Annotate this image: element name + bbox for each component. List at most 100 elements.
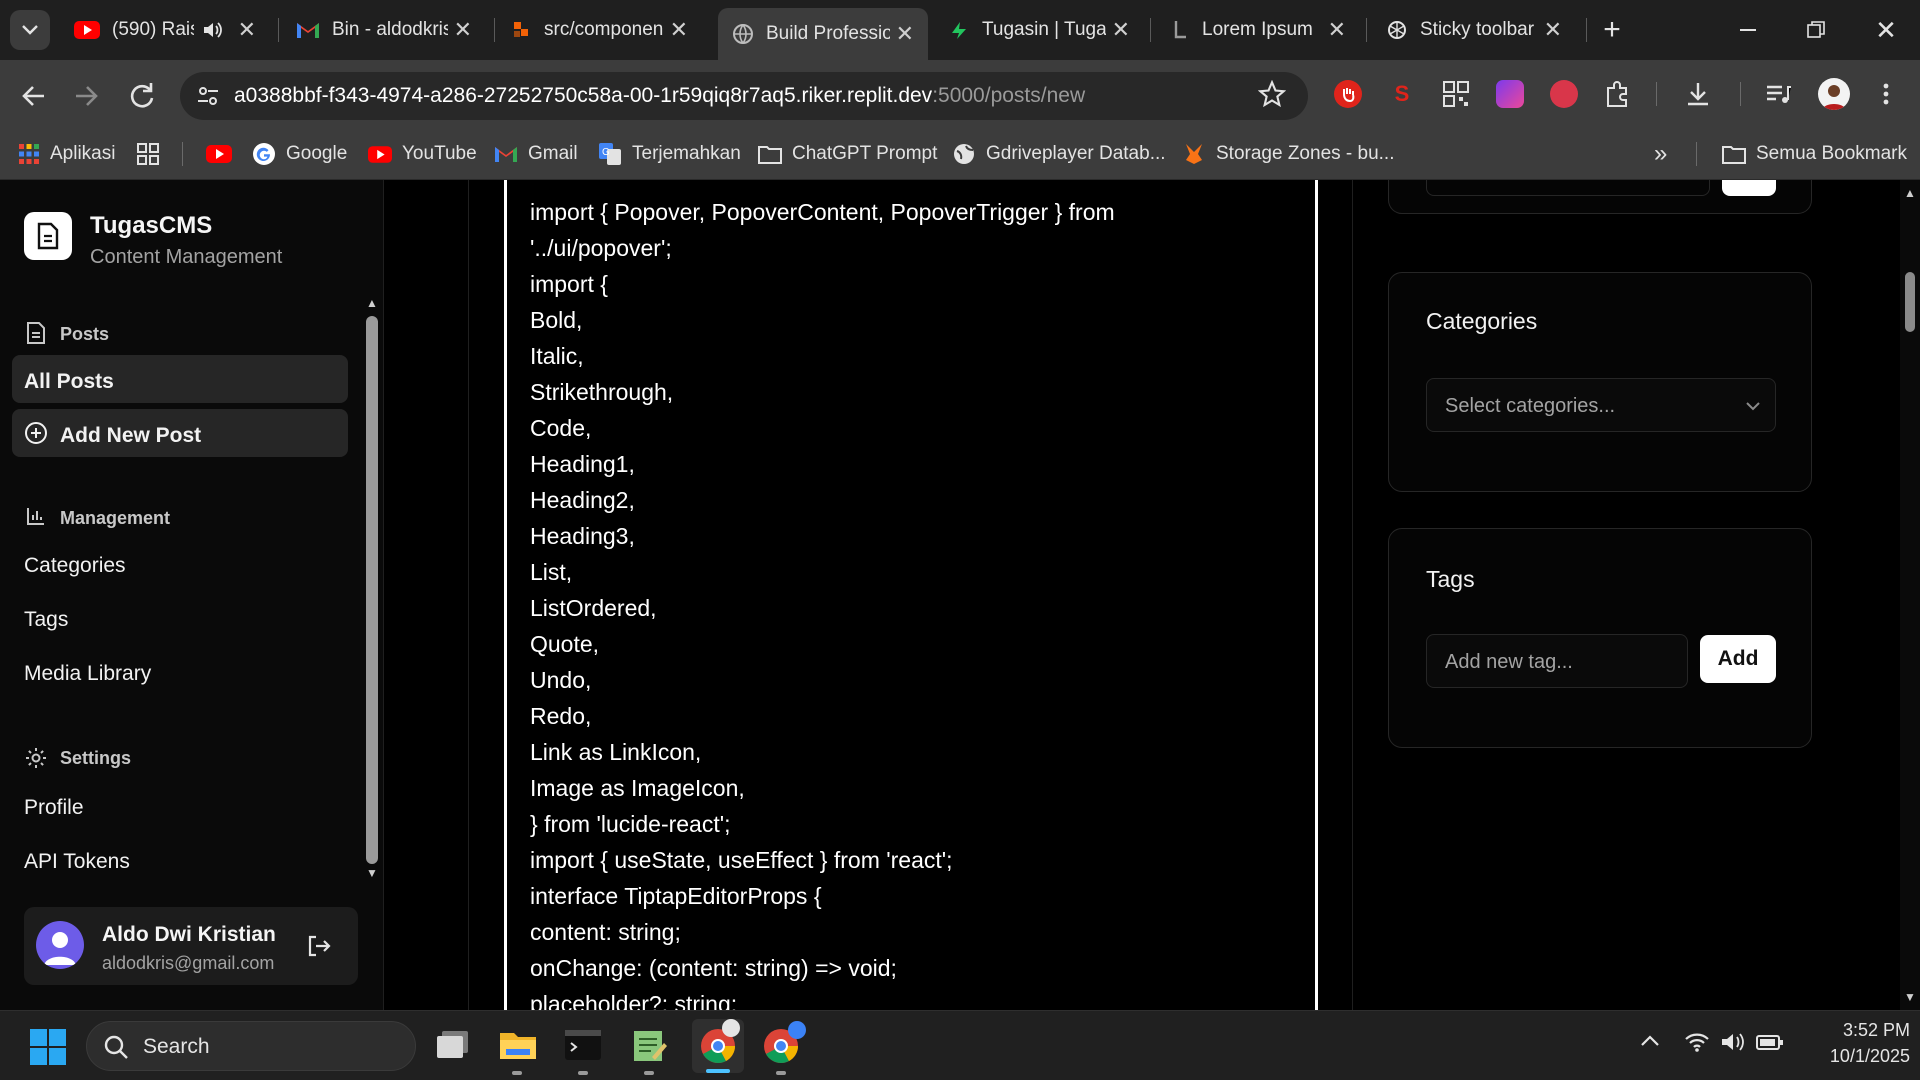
bookmark-google[interactable]: Google [252,138,347,170]
ext-qr-icon[interactable] [1442,80,1470,108]
posts-section-heading: Posts [60,324,110,344]
minimize-button[interactable] [1728,10,1768,50]
profile-avatar-button[interactable] [1818,78,1850,110]
restore-button[interactable] [1796,10,1836,50]
search-icon [104,1035,128,1059]
nav-profile[interactable]: Profile [24,796,84,820]
start-button[interactable] [30,1029,66,1065]
downloads-button[interactable] [1684,80,1712,108]
tab-search-button[interactable] [10,10,50,50]
new-tag-placeholder: Add new tag... [1445,651,1573,673]
bookmark-storage-zones[interactable]: Storage Zones - bu... [1182,138,1395,170]
gmail-icon [495,147,517,162]
bookmark-chatgpt-folder[interactable]: ChatGPT Prompt [758,138,937,170]
partial-button[interactable] [1722,180,1776,196]
extensions-button[interactable] [1604,80,1632,108]
nav-add-new-post-label: Add New Post [60,424,202,447]
categories-select-placeholder: Select categories... [1445,395,1616,417]
avatar[interactable] [36,921,84,969]
add-tag-button[interactable]: Add [1700,635,1776,683]
browser-tab[interactable]: Lorem Ipsum ✕ [1156,8,1360,52]
nav-categories[interactable]: Categories [24,554,126,578]
taskbar-search-label: Search [143,1035,210,1058]
clock-time[interactable]: 3:52 PM [1810,1020,1910,1041]
bookmark-apps[interactable]: Aplikasi [18,138,115,170]
ext-adblock-icon[interactable] [1334,80,1362,108]
taskbar-search[interactable]: Search [86,1021,416,1071]
folder-icon [500,1033,536,1059]
task-view-button[interactable] [434,1027,472,1063]
bookmark-tab-groups[interactable] [136,138,160,170]
browser-tab[interactable]: Tugasin | Tuga ✕ [934,8,1144,52]
new-tag-input[interactable]: Add new tag... [1426,634,1688,688]
wifi-icon[interactable] [1684,1031,1710,1053]
all-bookmarks-folder[interactable]: Semua Bookmark [1722,138,1907,170]
url-text[interactable]: a0388bbf-f343-4974-a286-27252750c58a-00-… [234,84,1085,108]
code-line: import { useState, useEffect } from 'rea… [530,847,953,873]
close-icon[interactable]: ✕ [670,17,688,43]
chrome-taskbar-button-active[interactable] [692,1019,744,1073]
browser-tab[interactable]: Bin - aldodkris ✕ [282,8,486,52]
ext-red-icon[interactable] [1550,80,1578,108]
bookmark-youtube-small[interactable] [206,138,232,170]
close-icon[interactable]: ✕ [1112,17,1130,43]
volume-icon[interactable] [1720,1031,1746,1053]
logout-button[interactable] [306,934,332,958]
new-tab-button[interactable]: + [1592,10,1632,50]
settings-section-heading: Settings [60,748,132,768]
bookmark-translate[interactable]: G Terjemahkan [598,138,741,170]
clock-date[interactable]: 10/1/2025 [1790,1046,1910,1067]
close-window-button[interactable]: ✕ [1866,10,1906,50]
ext-purple-icon[interactable] [1496,80,1524,108]
sidebar-scrollbar[interactable]: ▲ ▼ [362,296,382,882]
sidebar-scroll-thumb[interactable] [366,316,378,864]
site-info-icon[interactable] [196,84,220,108]
terminal-button[interactable] [564,1027,602,1075]
nav-api-tokens[interactable]: API Tokens [24,850,130,874]
speaker-icon[interactable] [202,20,224,40]
back-button[interactable] [16,78,52,114]
code-line: content: string; [530,919,681,945]
bunny-icon [1186,144,1202,164]
bookmark-label: Google [286,143,348,164]
close-icon[interactable]: ✕ [1544,17,1562,43]
bookmark-star-button[interactable] [1258,80,1286,108]
bookmark-gmail[interactable]: Gmail [494,138,578,170]
chrome-taskbar-button-2[interactable] [762,1021,806,1075]
nav-tags[interactable]: Tags [24,608,68,632]
close-icon[interactable]: ✕ [1328,17,1346,43]
browser-tab[interactable]: (590) Raisa ✕ [60,8,270,52]
code-line: Code, [530,415,592,441]
browser-tab[interactable]: Sticky toolbar ✕ [1372,8,1576,52]
more-bookmarks-button[interactable]: » [1654,138,1667,170]
close-icon[interactable]: ✕ [454,17,472,43]
categories-select[interactable]: Select categories... [1426,378,1776,432]
close-icon[interactable]: ✕ [238,17,256,43]
notepad-button[interactable] [630,1027,668,1075]
bookmark-youtube[interactable]: YouTube [368,138,477,170]
code-line: onChange: (content: string) => void; [530,955,897,981]
partial-input[interactable] [1426,180,1710,196]
code-line: import { [530,271,608,297]
editor-code[interactable]: import { Popover, PopoverContent, Popove… [530,194,1115,1010]
battery-icon[interactable] [1756,1031,1784,1053]
windows-logo-icon [30,1029,66,1065]
close-icon[interactable]: ✕ [896,21,914,47]
browser-tab-active[interactable]: Build Professio ✕ [718,8,928,60]
playlist-icon [1767,85,1791,103]
chrome-menu-button[interactable] [1880,80,1892,108]
page-scrollbar[interactable]: ▲ ▼ [1900,180,1920,1010]
nav-media-library[interactable]: Media Library [24,662,151,686]
page-scroll-thumb[interactable] [1905,272,1915,332]
forward-button[interactable] [68,78,104,114]
browser-tab[interactable]: src/componen ✕ [498,8,702,52]
bookmark-label: Storage Zones - bu... [1216,143,1395,164]
ext-seo-icon[interactable]: S [1388,80,1416,108]
bolt-icon [952,22,966,39]
media-control-button[interactable] [1764,80,1792,108]
file-explorer-button[interactable] [498,1027,538,1075]
code-line: Heading1, [530,451,635,477]
reload-button[interactable] [124,78,160,114]
tray-overflow-button[interactable] [1640,1033,1660,1047]
bookmark-gdriveplayer[interactable]: Gdriveplayer Datab... [952,138,1166,170]
